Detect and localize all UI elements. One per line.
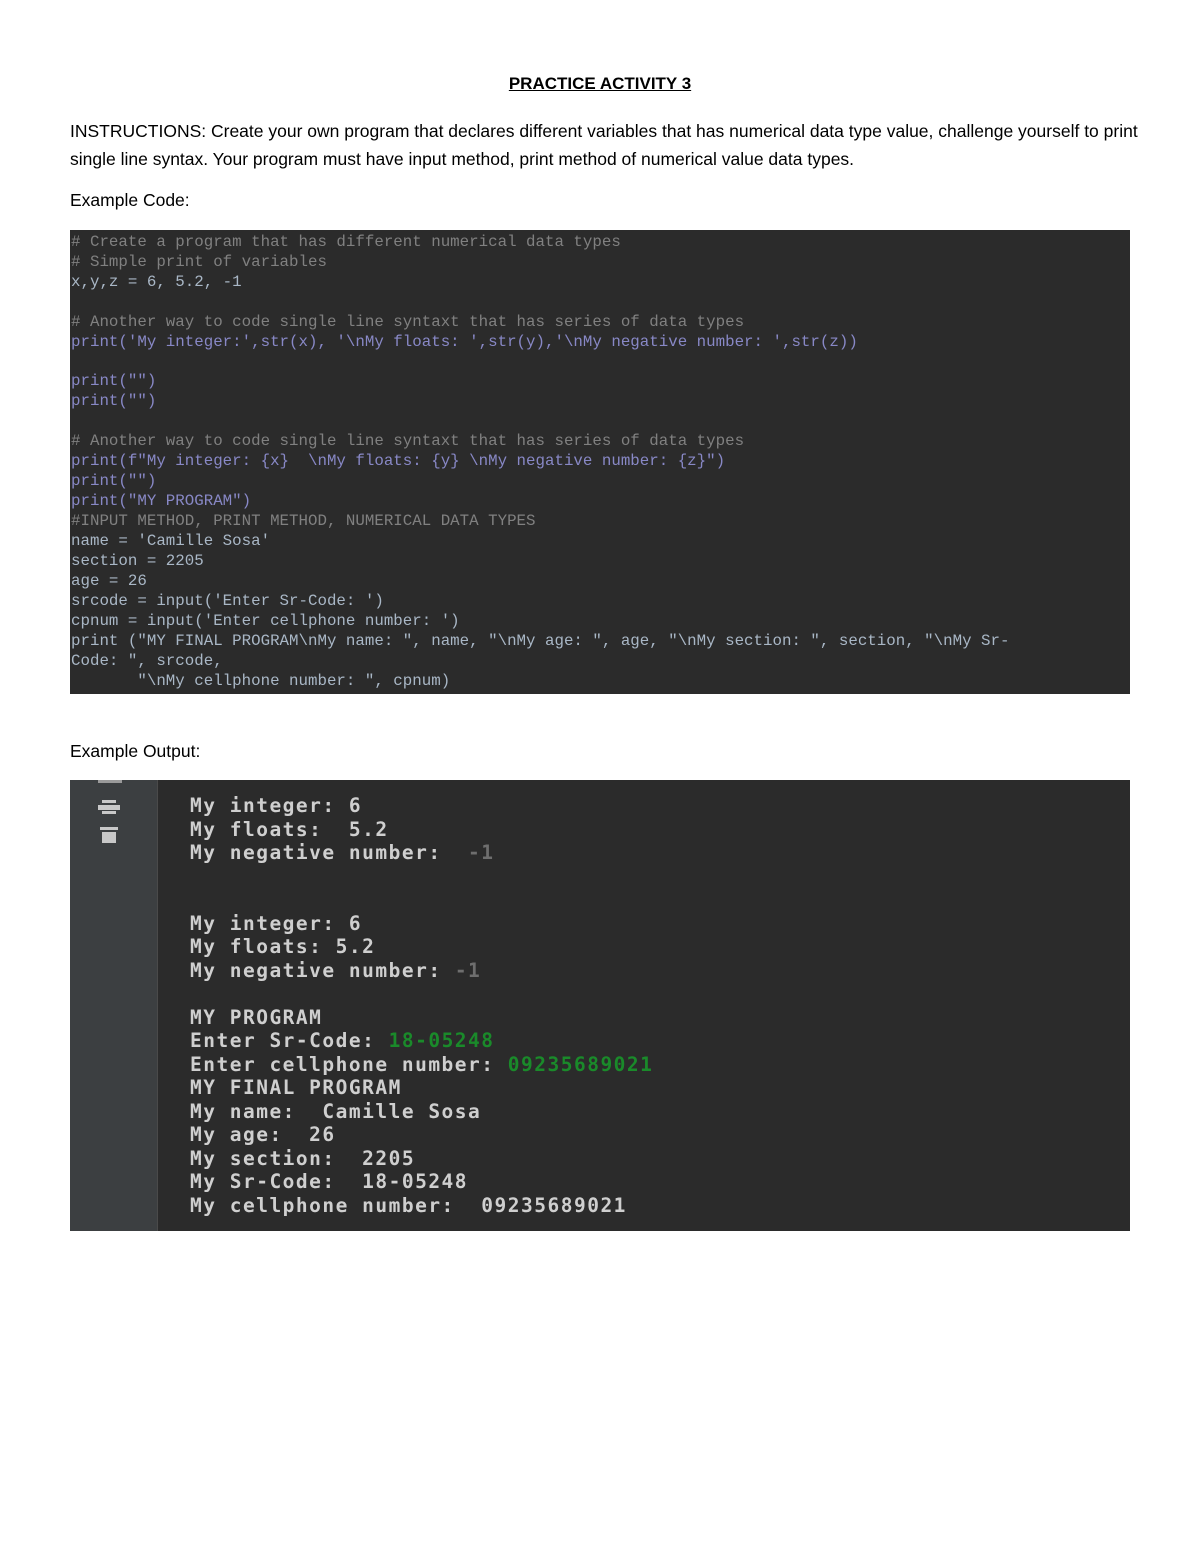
output-line: My age: 26 xyxy=(190,1123,336,1146)
code-blank xyxy=(71,352,1128,372)
output-blank xyxy=(190,888,653,912)
example-code-label: Example Code: xyxy=(70,190,190,210)
code-line: print("MY PROGRAM") xyxy=(71,491,252,510)
output-line: My Sr-Code: 18-05248 xyxy=(190,1170,469,1193)
user-input: 09235689021 xyxy=(507,1052,654,1076)
console-output: My integer: 6 My floats: 5.2 My negative… xyxy=(190,794,653,1217)
code-line: print("") xyxy=(71,392,157,410)
code-blank xyxy=(71,411,1128,431)
code-line: #INPUT METHOD, PRINT METHOD, NUMERICAL D… xyxy=(71,511,536,530)
output-blank xyxy=(190,865,653,889)
code-line: section = 2205 xyxy=(71,551,204,570)
output-line: My name: Camille Sosa xyxy=(190,1099,482,1123)
output-line: My section: 2205 xyxy=(190,1146,416,1170)
code-line: "\nMy cellphone number: ", cpnum) xyxy=(71,671,451,690)
output-line: My negative number: -1 xyxy=(190,959,653,983)
code-line: print('My integer:',str(x), '\nMy floats… xyxy=(71,332,858,351)
output-line: My integer: 6 xyxy=(190,794,363,817)
output-line: My floats: 5.2 xyxy=(190,935,376,958)
code-line: print("") xyxy=(71,471,157,490)
console-gutter xyxy=(70,780,158,1231)
output-line: Enter cellphone number: 09235689021 xyxy=(190,1053,653,1077)
output-value: -1 xyxy=(454,841,495,864)
output-line: My integer: 6 xyxy=(190,911,363,935)
code-line: srcode = input('Enter Sr-Code: ') xyxy=(71,591,384,610)
instructions-text: INSTRUCTIONS: Create your own program th… xyxy=(70,121,1138,169)
output-line: My cellphone number: 09235689021 xyxy=(190,1193,627,1217)
output-line: My negative number: -1 xyxy=(190,841,653,865)
code-line: age = 26 xyxy=(71,571,147,590)
code-line: # Another way to code single line syntax… xyxy=(71,431,745,450)
code-line: Code: ", srcode, xyxy=(71,651,223,670)
output-value: -1 xyxy=(454,958,482,982)
code-line: cpnum = input('Enter cellphone number: '… xyxy=(71,611,460,630)
code-line: # Simple print of variables xyxy=(71,253,327,271)
code-line: name = 'Camille Sosa' xyxy=(71,531,271,550)
code-line: # Another way to code single line syntax… xyxy=(71,312,745,331)
example-output-label: Example Output: xyxy=(70,741,201,761)
output-text: My negative number: xyxy=(190,958,455,982)
output-text: Enter Sr-Code: xyxy=(190,1029,389,1052)
output-text: My negative number: xyxy=(190,841,455,864)
output-line: MY PROGRAM xyxy=(190,1005,323,1029)
print-icon[interactable] xyxy=(98,800,120,814)
output-line: Enter Sr-Code: 18-05248 xyxy=(190,1029,653,1053)
code-line: print ("MY FINAL PROGRAM\nMy name: ", na… xyxy=(71,631,1010,650)
code-line: x,y,z = 6, 5.2, -1 xyxy=(71,273,242,291)
code-line: print("") xyxy=(71,372,157,390)
output-line: MY FINAL PROGRAM xyxy=(190,1076,402,1099)
user-input: 18-05248 xyxy=(388,1029,495,1052)
code-block: # Create a program that has different nu… xyxy=(70,230,1130,694)
gutter-handle[interactable] xyxy=(98,780,122,783)
code-blank xyxy=(71,292,1128,312)
page-title: PRACTICE ACTIVITY 3 xyxy=(508,74,692,93)
output-blank xyxy=(190,982,653,1006)
code-line: # Create a program that has different nu… xyxy=(71,233,621,251)
output-console: My integer: 6 My floats: 5.2 My negative… xyxy=(70,780,1130,1231)
output-text: Enter cellphone number: xyxy=(190,1052,508,1076)
code-line: print(f"My integer: {x} \nMy floats: {y}… xyxy=(71,451,726,470)
output-line: My floats: 5.2 xyxy=(190,817,389,841)
trash-icon[interactable] xyxy=(98,827,120,843)
